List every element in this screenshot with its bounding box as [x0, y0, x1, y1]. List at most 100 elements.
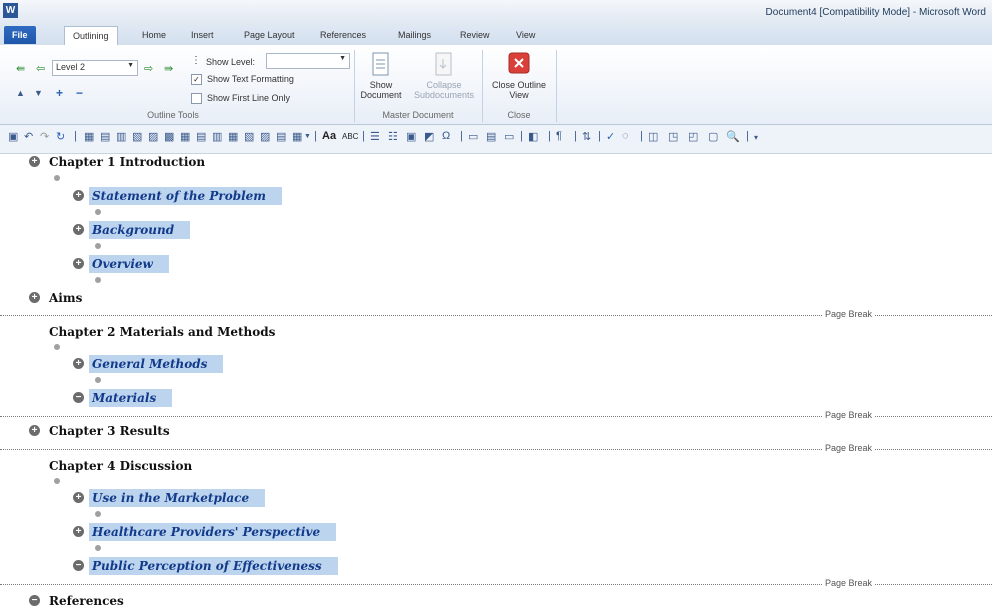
- outline-heading2[interactable]: Use in the Marketplace: [89, 489, 266, 507]
- view-layout-icon[interactable]: ▢: [708, 130, 718, 143]
- outline-heading1[interactable]: References: [49, 593, 124, 609]
- word-app-icon[interactable]: W: [3, 3, 18, 18]
- expand-plus-icon[interactable]: +: [73, 190, 84, 201]
- show-text-formatting-checkbox[interactable]: ✓: [191, 74, 202, 85]
- expand-plus-icon[interactable]: +: [29, 292, 40, 303]
- demote-to-body-text-icon[interactable]: ⇛: [164, 62, 173, 75]
- track-changes-icon[interactable]: ◳: [668, 130, 678, 143]
- research-icon[interactable]: ◌: [622, 130, 629, 142]
- outline-heading1[interactable]: Chapter 3 Results: [49, 423, 170, 439]
- clip-art-icon[interactable]: ◩: [424, 130, 434, 143]
- group-separator: [354, 50, 355, 122]
- show-first-line-checkbox[interactable]: [191, 93, 202, 104]
- numbering-icon[interactable]: ☷: [388, 130, 398, 143]
- picture-icon[interactable]: ▣: [406, 130, 416, 143]
- outline-heading2[interactable]: Background: [89, 221, 191, 239]
- outline-heading2[interactable]: Overview: [89, 255, 169, 273]
- show-level-dropdown[interactable]: ▼: [266, 53, 350, 69]
- tab-outlining[interactable]: Outlining: [64, 26, 118, 46]
- table-icon[interactable]: ▦: [84, 130, 94, 143]
- cell-align-icon[interactable]: ▤: [196, 130, 206, 143]
- move-down-icon[interactable]: ▼: [34, 88, 43, 98]
- outline-heading2[interactable]: Materials: [89, 389, 173, 407]
- expand-plus-icon[interactable]: +: [73, 358, 84, 369]
- bullets-icon[interactable]: ☰: [370, 130, 380, 143]
- sort-table-icon[interactable]: ▨: [260, 130, 270, 143]
- expand-plus-icon[interactable]: +: [73, 492, 84, 503]
- repeat-icon[interactable]: ↻: [56, 130, 65, 143]
- promote-to-heading1-icon[interactable]: ⇚: [16, 62, 25, 75]
- autofit-icon[interactable]: ▧: [244, 130, 254, 143]
- compare-icon[interactable]: ◰: [688, 130, 698, 143]
- tab-references[interactable]: References: [312, 26, 374, 44]
- collapse-minus-icon[interactable]: −: [73, 392, 84, 403]
- outline-heading1[interactable]: Aims: [49, 290, 82, 306]
- expand-plus-icon[interactable]: +: [73, 526, 84, 537]
- expand-plus-icon[interactable]: +: [29, 156, 40, 167]
- paragraph-marks-icon[interactable]: ¶: [556, 130, 562, 142]
- toolbar-separator: |: [460, 130, 463, 142]
- save-icon[interactable]: ▣: [8, 130, 18, 143]
- tab-view[interactable]: View: [508, 26, 543, 44]
- body-text-bullet: [54, 478, 60, 484]
- chevron-down-icon[interactable]: ▼: [304, 133, 311, 140]
- sort-icon[interactable]: ⇅: [582, 130, 591, 143]
- text-box-icon[interactable]: ▭: [468, 130, 478, 143]
- close-outline-view-button[interactable]: Close Outline View: [486, 52, 552, 100]
- outline-heading2[interactable]: General Methods: [89, 355, 224, 373]
- insert-rows-icon[interactable]: ▤: [100, 130, 110, 143]
- outline-heading1[interactable]: Chapter 1 Introduction: [49, 154, 205, 170]
- tab-mailings[interactable]: Mailings: [390, 26, 439, 44]
- toolbar-separator: |: [362, 130, 365, 142]
- outline-heading2[interactable]: Public Perception of Effectiveness: [89, 557, 338, 575]
- demote-icon[interactable]: ⇨: [144, 62, 153, 75]
- spelling-check-icon[interactable]: ✓: [606, 130, 615, 143]
- customize-toolbar-icon[interactable]: ▾: [754, 133, 758, 142]
- split-cells-icon[interactable]: ▨: [148, 130, 158, 143]
- outline-heading2[interactable]: Healthcare Providers' Perspective: [89, 523, 337, 541]
- document-info-icon[interactable]: ◧: [528, 130, 538, 143]
- tab-insert[interactable]: Insert: [183, 26, 222, 44]
- body-text-bullet: [95, 209, 101, 215]
- collapse-minus-icon[interactable]: −: [73, 560, 84, 571]
- change-case-icon[interactable]: Aa: [322, 130, 336, 142]
- outline-heading2[interactable]: Statement of the Problem: [89, 187, 282, 205]
- toolbar-separator: |: [74, 130, 77, 142]
- header-footer-icon[interactable]: ▭: [504, 130, 514, 143]
- symbol-icon[interactable]: Ω: [442, 130, 450, 142]
- outline-heading1[interactable]: Chapter 2 Materials and Methods: [49, 324, 275, 340]
- collapse-icon[interactable]: −: [76, 86, 83, 100]
- body-text-bullet: [95, 277, 101, 283]
- collapse-subdocuments-button[interactable]: Collapse Subdocuments: [410, 52, 478, 100]
- outline-heading1[interactable]: Chapter 4 Discussion: [49, 458, 192, 474]
- formula-icon[interactable]: ▤: [276, 130, 286, 143]
- redo-icon[interactable]: ↷: [40, 130, 49, 143]
- window-title: Document4 [Compatibility Mode] - Microso…: [765, 7, 986, 18]
- expand-icon[interactable]: +: [56, 86, 63, 100]
- expand-plus-icon[interactable]: +: [29, 425, 40, 436]
- chevron-down-icon: ▼: [127, 62, 134, 69]
- tab-review[interactable]: Review: [452, 26, 498, 44]
- undo-icon[interactable]: ↶: [24, 130, 33, 143]
- merge-cells-icon[interactable]: ▧: [132, 130, 142, 143]
- promote-icon[interactable]: ⇦: [36, 62, 45, 75]
- move-up-icon[interactable]: ▲: [16, 88, 25, 98]
- expand-plus-icon[interactable]: +: [73, 224, 84, 235]
- distribute-rows-icon[interactable]: ▥: [212, 130, 222, 143]
- tab-page-layout[interactable]: Page Layout: [236, 26, 303, 44]
- delete-rows-icon[interactable]: ▩: [164, 130, 174, 143]
- tab-file[interactable]: File: [4, 26, 36, 44]
- tab-home[interactable]: Home: [134, 26, 174, 44]
- show-document-button[interactable]: Show Document: [358, 52, 404, 100]
- quick-parts-icon[interactable]: ▤: [486, 130, 496, 143]
- distribute-columns-icon[interactable]: ▦: [228, 130, 238, 143]
- new-comment-icon[interactable]: ◫: [648, 130, 658, 143]
- expand-plus-icon[interactable]: +: [73, 258, 84, 269]
- insert-columns-icon[interactable]: ▥: [116, 130, 126, 143]
- outline-level-dropdown[interactable]: Level 2 ▼: [52, 60, 138, 76]
- table-grid-icon[interactable]: ▦: [292, 130, 302, 143]
- table-borders-icon[interactable]: ▦: [180, 130, 190, 143]
- zoom-icon[interactable]: 🔍: [726, 130, 740, 143]
- collapse-minus-icon[interactable]: −: [29, 595, 40, 606]
- spelling-grammar-icon[interactable]: ABC: [342, 132, 358, 141]
